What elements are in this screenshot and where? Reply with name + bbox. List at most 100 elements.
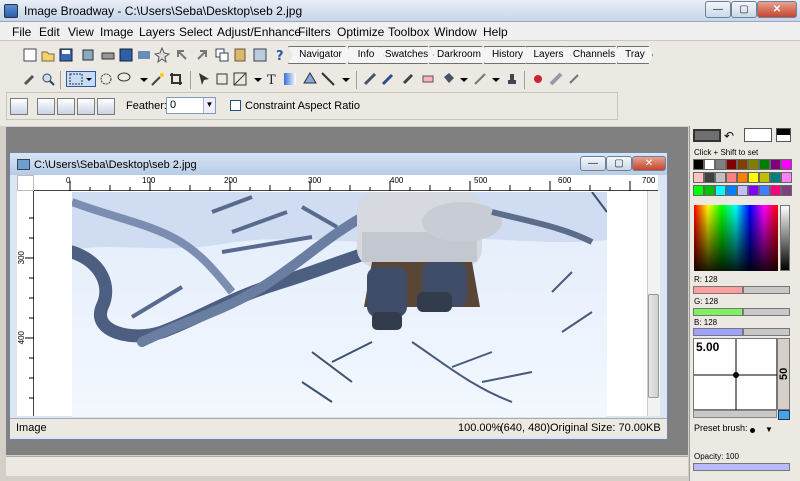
menu-view[interactable]: View xyxy=(68,25,94,39)
selection-mode-xor-icon[interactable] xyxy=(97,98,115,115)
color-swatch[interactable] xyxy=(781,185,792,196)
blue-slider[interactable] xyxy=(693,328,743,336)
constraint-aspect-checkbox[interactable] xyxy=(230,100,241,111)
color-swatch[interactable] xyxy=(704,185,715,196)
menu-window[interactable]: Window xyxy=(434,25,477,39)
help-icon[interactable]: ? xyxy=(272,47,288,64)
tab-channels[interactable]: Channels xyxy=(566,46,622,64)
save-icon[interactable] xyxy=(58,47,74,63)
red-slider[interactable] xyxy=(693,286,743,294)
menu-optimize[interactable]: Optimize xyxy=(337,25,384,39)
doc-maximize-button[interactable]: ▢ xyxy=(606,156,632,171)
scale-icon[interactable] xyxy=(232,71,248,87)
blue-slider-track[interactable] xyxy=(743,328,790,336)
scrollbar-thumb[interactable] xyxy=(648,294,659,398)
brush-icon[interactable] xyxy=(380,71,396,87)
menu-toolbox[interactable]: Toolbox xyxy=(388,25,429,39)
chevron-down-icon[interactable]: ▼ xyxy=(765,425,773,434)
crop-icon[interactable] xyxy=(168,71,184,87)
color-swatch[interactable] xyxy=(715,185,726,196)
move-icon[interactable] xyxy=(196,71,212,87)
heal-icon[interactable] xyxy=(548,71,564,87)
dropdown-arrow-icon[interactable] xyxy=(488,71,504,87)
text-icon[interactable]: T xyxy=(264,71,280,88)
chevron-down-icon[interactable]: ▼ xyxy=(203,98,215,113)
color-swatch[interactable] xyxy=(693,159,704,170)
transform-icon[interactable] xyxy=(214,71,230,87)
menu-help[interactable]: Help xyxy=(483,25,508,39)
color-swatch[interactable] xyxy=(704,159,715,170)
color-swatch[interactable] xyxy=(737,172,748,183)
tab-swatches[interactable]: Swatches xyxy=(379,46,434,64)
red-eye-icon[interactable] xyxy=(530,71,546,87)
undo-icon[interactable] xyxy=(174,47,190,63)
fill-bucket-icon[interactable] xyxy=(440,71,456,87)
default-colors-icon[interactable] xyxy=(776,128,791,142)
eraser-icon[interactable] xyxy=(420,71,436,87)
swap-colors-icon[interactable]: ↶ xyxy=(724,129,734,143)
eyedropper-icon[interactable] xyxy=(22,71,38,87)
line-icon[interactable] xyxy=(320,71,336,87)
doc-close-button[interactable]: ✕ xyxy=(632,156,666,171)
red-slider-track[interactable] xyxy=(743,286,790,294)
zoom-icon[interactable] xyxy=(40,71,56,87)
print-icon[interactable] xyxy=(100,47,116,63)
menu-filters[interactable]: Filters xyxy=(298,25,331,39)
minimize-button[interactable]: — xyxy=(705,1,731,18)
lasso-icon[interactable] xyxy=(116,71,132,87)
shape-icon[interactable] xyxy=(302,71,318,87)
doc-minimize-button[interactable]: — xyxy=(580,156,606,171)
smudge-icon[interactable] xyxy=(472,71,488,87)
color-swatch[interactable] xyxy=(770,172,781,183)
paste-icon[interactable] xyxy=(232,47,248,63)
menu-image[interactable]: Image xyxy=(100,25,133,39)
copy-icon[interactable] xyxy=(214,47,230,63)
sharpen-icon[interactable] xyxy=(566,71,582,87)
close-button[interactable]: ✕ xyxy=(757,1,797,18)
menu-layers[interactable]: Layers xyxy=(139,25,175,39)
redo-icon[interactable] xyxy=(194,47,210,63)
color-swatch[interactable] xyxy=(693,185,704,196)
tab-layers[interactable]: Layers xyxy=(526,46,571,64)
color-swatch[interactable] xyxy=(715,159,726,170)
dropdown-arrow-icon[interactable] xyxy=(338,71,354,87)
selection-mode-intersect-icon[interactable] xyxy=(77,98,95,115)
menu-edit[interactable]: Edit xyxy=(39,25,60,39)
open-file-icon[interactable] xyxy=(40,47,56,63)
color-swatch[interactable] xyxy=(726,159,737,170)
color-swatch[interactable] xyxy=(759,185,770,196)
ellipse-select-icon[interactable] xyxy=(98,71,114,87)
color-swatch[interactable] xyxy=(759,172,770,183)
color-swatch[interactable] xyxy=(715,172,726,183)
color-swatch[interactable] xyxy=(693,172,704,183)
rect-select-icon[interactable] xyxy=(66,71,96,87)
color-swatch[interactable] xyxy=(737,159,748,170)
selection-mode-new-icon[interactable] xyxy=(10,98,28,115)
tab-darkroom[interactable]: Darkroom xyxy=(429,46,489,64)
color-swatch[interactable] xyxy=(704,172,715,183)
color-spectrum[interactable] xyxy=(694,205,778,271)
tab-navigator[interactable]: Navigator xyxy=(288,46,353,64)
color-swatch[interactable] xyxy=(770,185,781,196)
background-color[interactable] xyxy=(744,128,772,142)
photo-canvas[interactable] xyxy=(72,192,607,417)
color-swatch[interactable] xyxy=(726,185,737,196)
airbrush-icon[interactable] xyxy=(400,71,416,87)
save-all-icon[interactable] xyxy=(118,47,134,63)
menu-select[interactable]: Select xyxy=(179,25,212,39)
tab-history[interactable]: History xyxy=(484,46,531,64)
magic-icon[interactable] xyxy=(153,46,171,64)
maximize-button[interactable]: ▢ xyxy=(731,1,757,18)
color-swatch[interactable] xyxy=(748,185,759,196)
menu-file[interactable]: File xyxy=(12,25,31,39)
menu-adjust-enhance[interactable]: Adjust/Enhance xyxy=(217,25,301,39)
color-swatch[interactable] xyxy=(748,172,759,183)
brightness-slider[interactable] xyxy=(780,205,790,271)
gradient-icon[interactable] xyxy=(282,71,298,87)
tab-info[interactable]: Info xyxy=(348,46,384,64)
opacity-slider[interactable] xyxy=(693,463,790,471)
color-swatch[interactable] xyxy=(781,172,792,183)
new-file-icon[interactable] xyxy=(22,47,38,63)
green-slider[interactable] xyxy=(693,308,743,316)
color-swatch[interactable] xyxy=(781,159,792,170)
